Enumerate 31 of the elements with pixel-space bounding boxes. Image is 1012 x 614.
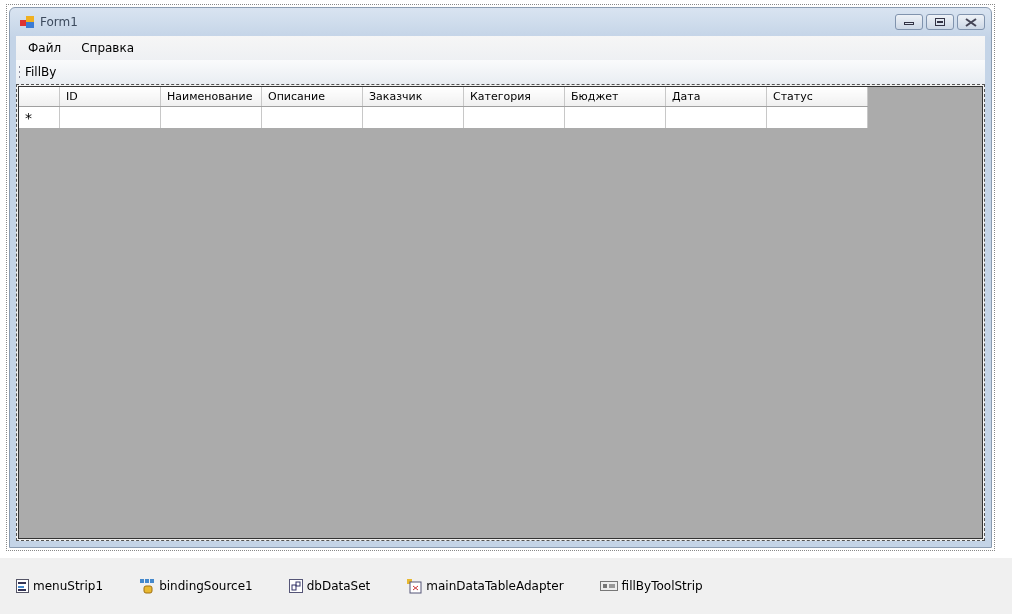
maximize-button[interactable]	[926, 14, 954, 30]
column-header[interactable]: Статус	[766, 87, 868, 107]
row-header-corner	[19, 87, 60, 107]
component-label[interactable]: dbDataSet	[306, 579, 371, 593]
menu-item[interactable]: Справка	[73, 39, 143, 57]
menu-item[interactable]: Файл	[20, 39, 70, 57]
component-label[interactable]: bindingSource1	[159, 579, 253, 593]
column-header[interactable]: Бюджет	[564, 87, 666, 107]
dataset-icon	[288, 579, 303, 593]
column-header[interactable]: ID	[59, 87, 161, 107]
toolstrip-icon	[599, 581, 618, 591]
component-label[interactable]: fillByToolStrip	[621, 579, 703, 593]
close-icon	[965, 17, 977, 27]
form-icon	[20, 16, 34, 28]
minimize-icon	[904, 19, 914, 25]
fillby-toolstrip-label[interactable]: FillBy	[25, 65, 57, 79]
binding-source-icon	[139, 578, 156, 594]
window-title: Form1	[40, 15, 78, 29]
column-header[interactable]: Категория	[463, 87, 565, 107]
close-button[interactable]	[957, 14, 985, 30]
column-header[interactable]: Заказчик	[362, 87, 464, 107]
toolstrip-grip-icon	[18, 65, 21, 79]
column-header[interactable]: Наименование	[160, 87, 262, 107]
column-header[interactable]: Описание	[261, 87, 363, 107]
column-header[interactable]: Дата	[665, 87, 767, 107]
menu-strip-icon	[16, 579, 29, 593]
table-adapter-icon	[406, 578, 423, 594]
component-label[interactable]: mainDataTableAdapter	[426, 579, 564, 593]
component-label[interactable]: menuStrip1	[33, 579, 104, 593]
maximize-icon	[935, 18, 945, 26]
minimize-button[interactable]	[895, 14, 923, 30]
